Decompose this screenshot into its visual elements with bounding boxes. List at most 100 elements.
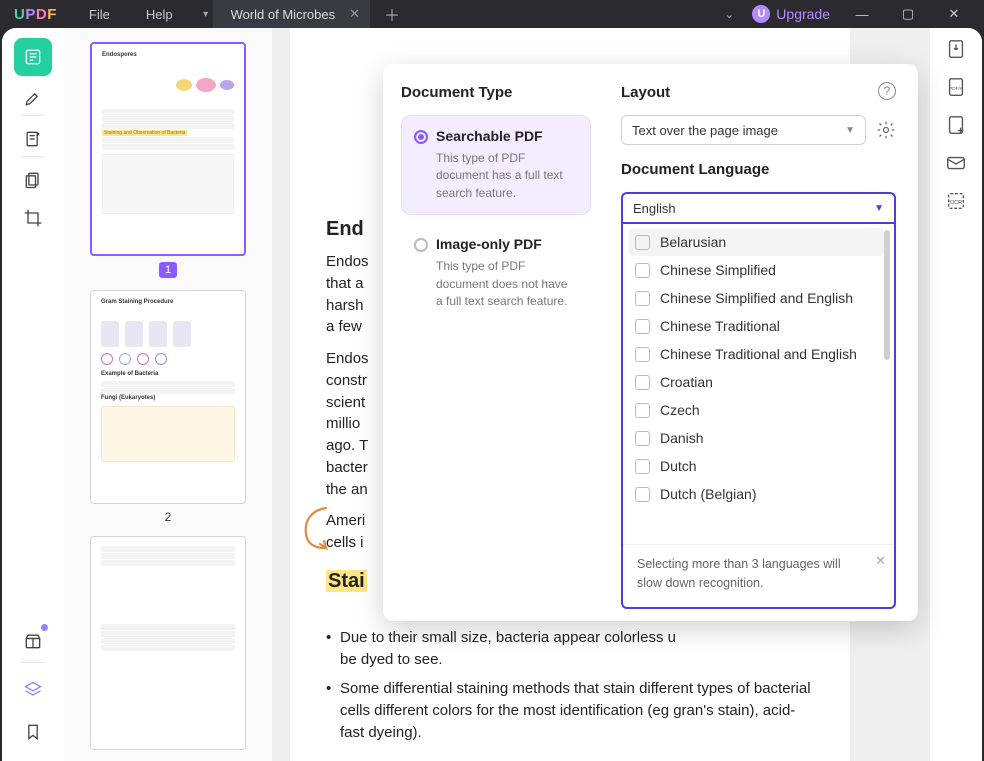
logo-letter: F [47, 6, 57, 23]
radio-selected-icon [414, 130, 428, 144]
bullet-item: Due to their small size, bacteria appear… [326, 627, 814, 671]
svg-text:OCR: OCR [950, 200, 962, 206]
layers-icon[interactable] [14, 671, 52, 709]
language-option[interactable]: Danish [629, 424, 884, 452]
arrow-annotation-icon [295, 504, 337, 554]
new-tab-button[interactable]: ＋ [370, 2, 414, 26]
document-type-section: Document Type Searchable PDF This type o… [383, 64, 603, 621]
left-toolbar [2, 28, 64, 761]
section-title: Document Type [401, 84, 591, 101]
radio-unselected-icon [414, 238, 428, 252]
language-dropdown: Belarusian Chinese Simplified Chinese Si… [621, 224, 896, 609]
checkbox-icon [635, 235, 650, 250]
thumb-heading: Gram Staining Procedure [101, 299, 235, 307]
checkbox-icon [635, 347, 650, 362]
window-maximize-icon[interactable]: ▢ [894, 6, 922, 22]
language-option[interactable]: Chinese Simplified and English [629, 284, 884, 312]
logo-letter: P [25, 6, 36, 23]
upgrade-badge: U [752, 5, 770, 23]
help-icon[interactable]: ? [878, 82, 896, 100]
highlighter-tool-icon[interactable] [14, 79, 52, 117]
title-right: ⌄ U Upgrade — ▢ ✕ [724, 0, 984, 28]
page-thumbnail-3[interactable] [90, 536, 246, 750]
mail-icon[interactable] [945, 152, 967, 174]
option-image-only-pdf[interactable]: Image-only PDF This type of PDF document… [401, 223, 591, 323]
upgrade-button[interactable]: U Upgrade [752, 5, 830, 23]
crop-tool-icon[interactable] [14, 199, 52, 237]
layout-settings-icon[interactable] [876, 120, 896, 140]
layout-value: Text over the page image [632, 123, 778, 138]
language-combobox: English ▼ Belarusian Chinese Simplified … [621, 192, 896, 609]
thumb-subheading: Fungi (Eukaryotes) [101, 395, 235, 403]
checkbox-icon [635, 319, 650, 334]
pdfa-icon[interactable]: PDF/A [945, 76, 967, 98]
thumbnail-panel: Endospores Staining and Observation of B… [64, 28, 272, 761]
tab-caret-icon[interactable]: ▾ [199, 0, 213, 28]
option-title: Searchable PDF [436, 128, 576, 144]
annotate-tool-icon[interactable] [14, 120, 52, 158]
thumbnails-tool-icon[interactable] [14, 38, 52, 76]
tabs-dropdown-icon[interactable]: ⌄ [724, 7, 734, 21]
close-tab-icon[interactable]: ✕ [349, 6, 360, 22]
ocr-icon[interactable]: OCR [945, 190, 967, 212]
option-searchable-pdf[interactable]: Searchable PDF This type of PDF document… [401, 115, 591, 215]
pages-tool-icon[interactable] [14, 161, 52, 199]
title-bar: UPDF File Help ▾ World of Microbes ✕ ＋ ⌄… [0, 0, 984, 28]
ocr-settings-panel: Document Type Searchable PDF This type o… [383, 64, 918, 621]
logo-letter: D [36, 6, 47, 23]
language-option[interactable]: Czech [629, 396, 884, 424]
thumbnail-label-2: 2 [90, 510, 246, 524]
logo-letter: U [14, 6, 25, 23]
language-option[interactable]: Dutch (Belgian) [629, 480, 884, 508]
page-thumbnail-1[interactable]: Endospores Staining and Observation of B… [90, 42, 246, 256]
layout-select[interactable]: Text over the page image ▼ [621, 115, 866, 145]
thumb-highlight: Staining and Observation of Bacteria [102, 130, 187, 137]
document-tab[interactable]: World of Microbes ✕ [213, 0, 370, 28]
right-toolbar: PDF/A OCR [930, 28, 982, 761]
upgrade-label: Upgrade [776, 6, 830, 22]
page-thumbnail-2[interactable]: Gram Staining Procedure Example of Bacte… [90, 290, 246, 504]
document-tab-title: World of Microbes [231, 7, 336, 22]
language-option[interactable]: Belarusian [629, 228, 884, 256]
thumb-subheading: Example of Bacteria [101, 371, 235, 379]
option-description: This type of PDF document does not have … [436, 258, 576, 310]
section-title: Document Language [621, 161, 896, 178]
language-option[interactable]: Croatian [629, 368, 884, 396]
language-value: English [633, 201, 676, 216]
checkbox-icon [635, 291, 650, 306]
menu-help[interactable]: Help [128, 7, 191, 22]
caret-down-icon: ▼ [845, 125, 855, 136]
window-minimize-icon[interactable]: — [848, 7, 876, 22]
language-select[interactable]: English ▼ [621, 192, 896, 224]
bullet-item: Some differential staining methods that … [326, 678, 814, 743]
checkbox-icon [635, 487, 650, 502]
language-footer-note: Selecting more than 3 languages will slo… [623, 544, 894, 607]
tab-strip: ▾ World of Microbes ✕ ＋ [199, 0, 414, 28]
option-description: This type of PDF document has a full tex… [436, 150, 576, 202]
menu-file[interactable]: File [71, 7, 128, 22]
app-logo: UPDF [0, 6, 71, 23]
close-note-icon[interactable]: ✕ [875, 551, 886, 571]
bookmark-icon[interactable] [14, 713, 52, 751]
language-option[interactable]: Chinese Traditional and English [629, 340, 884, 368]
checkbox-icon [635, 263, 650, 278]
window-close-icon[interactable]: ✕ [940, 6, 968, 22]
checkbox-icon [635, 459, 650, 474]
page-add-icon[interactable] [945, 114, 967, 136]
language-option[interactable]: Dutch [629, 452, 884, 480]
language-option[interactable]: Chinese Simplified [629, 256, 884, 284]
checkbox-icon [635, 403, 650, 418]
thumb-heading: Endospores [102, 52, 234, 60]
gift-icon[interactable] [14, 622, 52, 660]
scrollbar[interactable] [884, 230, 890, 360]
option-title: Image-only PDF [436, 236, 576, 252]
thumbnail-label-1: 1 [90, 262, 246, 278]
export-icon[interactable] [945, 38, 967, 60]
separator [21, 662, 45, 663]
app-shell: Endospores Staining and Observation of B… [2, 28, 982, 761]
language-list[interactable]: Belarusian Chinese Simplified Chinese Si… [623, 224, 894, 544]
language-option[interactable]: Chinese Traditional [629, 312, 884, 340]
layout-language-section: ? Layout Text over the page image ▼ Docu… [603, 64, 918, 621]
checkbox-icon [635, 431, 650, 446]
notification-dot-icon [41, 624, 48, 631]
